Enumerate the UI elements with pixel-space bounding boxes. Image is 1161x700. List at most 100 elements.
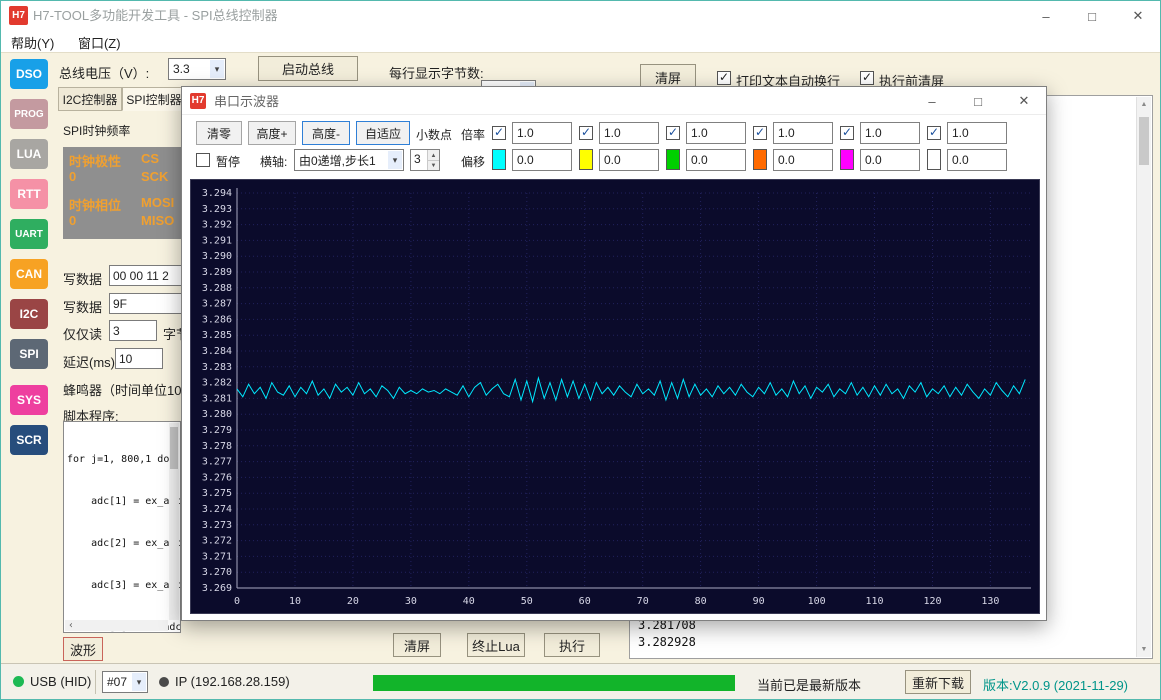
- chevron-down-icon: ▾: [132, 673, 146, 691]
- channel-4-offset-input[interactable]: 0.0: [773, 149, 833, 171]
- output-line: 3.282928: [638, 635, 696, 649]
- script-editor[interactable]: for j=1, 800,1 do adc[1] = ex_adc adc[2]…: [63, 421, 181, 633]
- signal-mosi-label: MOSI: [141, 195, 175, 210]
- svg-text:3.277: 3.277: [202, 457, 232, 468]
- channel-1-enable-checkbox[interactable]: ✓: [492, 126, 506, 140]
- read-only-input[interactable]: 3: [109, 320, 157, 341]
- chevron-down-icon: ▾: [388, 151, 402, 169]
- channel-3-enable-checkbox[interactable]: ✓: [666, 126, 680, 140]
- sidebar-item-i2c[interactable]: I2C: [10, 299, 48, 329]
- code-line: adc[1] = ex_adc: [67, 496, 181, 507]
- minimize-icon: –: [928, 93, 936, 109]
- script-horizontal-scrollbar[interactable]: ‹: [65, 620, 168, 631]
- clock-polarity-value: 0: [69, 169, 77, 184]
- popup-title: 串口示波器: [214, 94, 280, 109]
- sidebar-item-rtt[interactable]: RTT: [10, 179, 48, 209]
- popup-titlebar[interactable]: H7 串口示波器 – □ ✕: [182, 87, 1046, 115]
- menu-help[interactable]: 帮助(Y): [1, 31, 64, 54]
- svg-text:3.286: 3.286: [202, 314, 232, 325]
- channel-5-offset-input[interactable]: 0.0: [860, 149, 920, 171]
- oscilloscope-chart: 3.294 3.293 3.292 3.291 3.290 3.289 3.288 3.287…: [190, 179, 1040, 614]
- sidebar-item-lua[interactable]: LUA: [10, 139, 48, 169]
- check-icon: ✓: [718, 70, 730, 84]
- tab-i2c-controller[interactable]: I2C控制器: [58, 87, 122, 111]
- maximize-icon: □: [1088, 8, 1096, 24]
- channel-5-scale-input[interactable]: 1.0: [860, 122, 920, 144]
- channel-4-enable-checkbox[interactable]: ✓: [753, 126, 767, 140]
- channel-2-offset-input[interactable]: 0.0: [599, 149, 659, 171]
- redownload-button[interactable]: 重新下载: [905, 670, 971, 694]
- version-label: 版本:V2.0.9 (2021-11-29): [983, 678, 1128, 693]
- xaxis-label: 横轴:: [260, 155, 288, 169]
- channel-3-offset-input[interactable]: 0.0: [686, 149, 746, 171]
- scope-height-plus-button[interactable]: 高度+: [248, 121, 296, 145]
- channel-3-scale-input[interactable]: 1.0: [686, 122, 746, 144]
- pause-checkbox[interactable]: [196, 153, 210, 167]
- popup-close-button[interactable]: ✕: [1002, 88, 1046, 114]
- device-index-select[interactable]: #07 ▾: [102, 671, 148, 693]
- tab-spi-controller[interactable]: SPI控制器: [122, 87, 186, 111]
- svg-text:3.270: 3.270: [202, 567, 232, 578]
- write-data2-label: 写数据: [63, 300, 103, 315]
- decimal-value: 3: [414, 152, 421, 166]
- script-vertical-scrollbar[interactable]: [169, 423, 179, 620]
- channel-6-scale-input[interactable]: 1.0: [947, 122, 1007, 144]
- scope-autofit-button[interactable]: 自适应: [356, 121, 410, 145]
- channel-2-scale-input[interactable]: 1.0: [599, 122, 659, 144]
- minimize-button[interactable]: –: [1024, 2, 1068, 30]
- svg-text:3.280: 3.280: [202, 409, 232, 420]
- delay-input[interactable]: 10: [115, 348, 163, 369]
- channel-5-enable-checkbox[interactable]: ✓: [840, 126, 854, 140]
- decimal-stepper[interactable]: 3 ▲ ▼: [410, 149, 440, 171]
- bus-voltage-select[interactable]: 3.3 ▾: [168, 58, 226, 80]
- check-icon: ✓: [493, 125, 505, 139]
- autowrap-checkbox[interactable]: ✓: [717, 71, 731, 85]
- sidebar-item-can[interactable]: CAN: [10, 259, 48, 289]
- clear-screen-button[interactable]: 清屏: [393, 633, 441, 657]
- svg-text:3.287: 3.287: [202, 299, 232, 310]
- start-bus-button[interactable]: 启动总线: [258, 56, 358, 81]
- channel-2-enable-checkbox[interactable]: ✓: [579, 126, 593, 140]
- channel-5-color-swatch: [840, 149, 854, 170]
- sidebar-item-spi[interactable]: SPI: [10, 339, 48, 369]
- channel-1-scale-input[interactable]: 1.0: [512, 122, 572, 144]
- close-icon: ✕: [1018, 93, 1030, 108]
- sidebar-item-prog[interactable]: PROG: [10, 99, 48, 129]
- scrollbar-thumb[interactable]: [1139, 117, 1149, 165]
- channel-6-enable-checkbox[interactable]: ✓: [927, 126, 941, 140]
- offset-label: 偏移: [461, 155, 486, 169]
- stop-lua-button[interactable]: 终止Lua: [467, 633, 525, 657]
- channel-3-color-swatch: [666, 149, 680, 170]
- sidebar-item-uart[interactable]: UART: [10, 219, 48, 249]
- output-vertical-scrollbar[interactable]: ▲ ▼: [1136, 97, 1151, 657]
- usb-status-label: USB (HID): [30, 674, 92, 689]
- run-button[interactable]: 执行: [544, 633, 600, 657]
- sidebar-item-sys[interactable]: SYS: [10, 385, 48, 415]
- maximize-button[interactable]: □: [1070, 2, 1114, 30]
- bus-voltage-value: 3.3: [173, 62, 190, 76]
- popup-minimize-button[interactable]: –: [910, 88, 954, 114]
- scope-zero-button[interactable]: 清零: [196, 121, 242, 145]
- svg-text:120: 120: [923, 596, 941, 607]
- popup-maximize-button[interactable]: □: [956, 88, 1000, 114]
- channel-4-scale-input[interactable]: 1.0: [773, 122, 833, 144]
- main-titlebar[interactable]: H7 H7-TOOL多功能开发工具 - SPI总线控制器 – □ ✕: [1, 1, 1160, 31]
- channel-1-offset-input[interactable]: 0.0: [512, 149, 572, 171]
- clear-before-run-checkbox[interactable]: ✓: [860, 71, 874, 85]
- window-title: H7-TOOL多功能开发工具 - SPI总线控制器: [33, 8, 278, 23]
- wave-button[interactable]: 波形: [63, 637, 103, 661]
- svg-text:3.272: 3.272: [202, 536, 232, 547]
- menu-window[interactable]: 窗口(Z): [68, 31, 131, 54]
- check-icon: ✓: [928, 125, 940, 139]
- sidebar-item-scr[interactable]: SCR: [10, 425, 48, 455]
- close-button[interactable]: ✕: [1116, 2, 1160, 30]
- svg-text:50: 50: [521, 596, 533, 607]
- oscilloscope-window: H7 串口示波器 – □ ✕ 清零 高度+ 高度- 自适应 小数点 倍率 ✓ 1…: [181, 86, 1047, 621]
- clock-phase-value: 0: [69, 213, 77, 228]
- app-logo-icon: H7: [9, 6, 28, 25]
- scope-height-minus-button[interactable]: 高度-: [302, 121, 350, 145]
- sidebar-item-dso[interactable]: DSO: [10, 59, 48, 89]
- channel-6-offset-input[interactable]: 0.0: [947, 149, 1007, 171]
- svg-text:3.285: 3.285: [202, 330, 232, 341]
- xaxis-mode-select[interactable]: 由0递增,步长1 ▾: [294, 149, 404, 171]
